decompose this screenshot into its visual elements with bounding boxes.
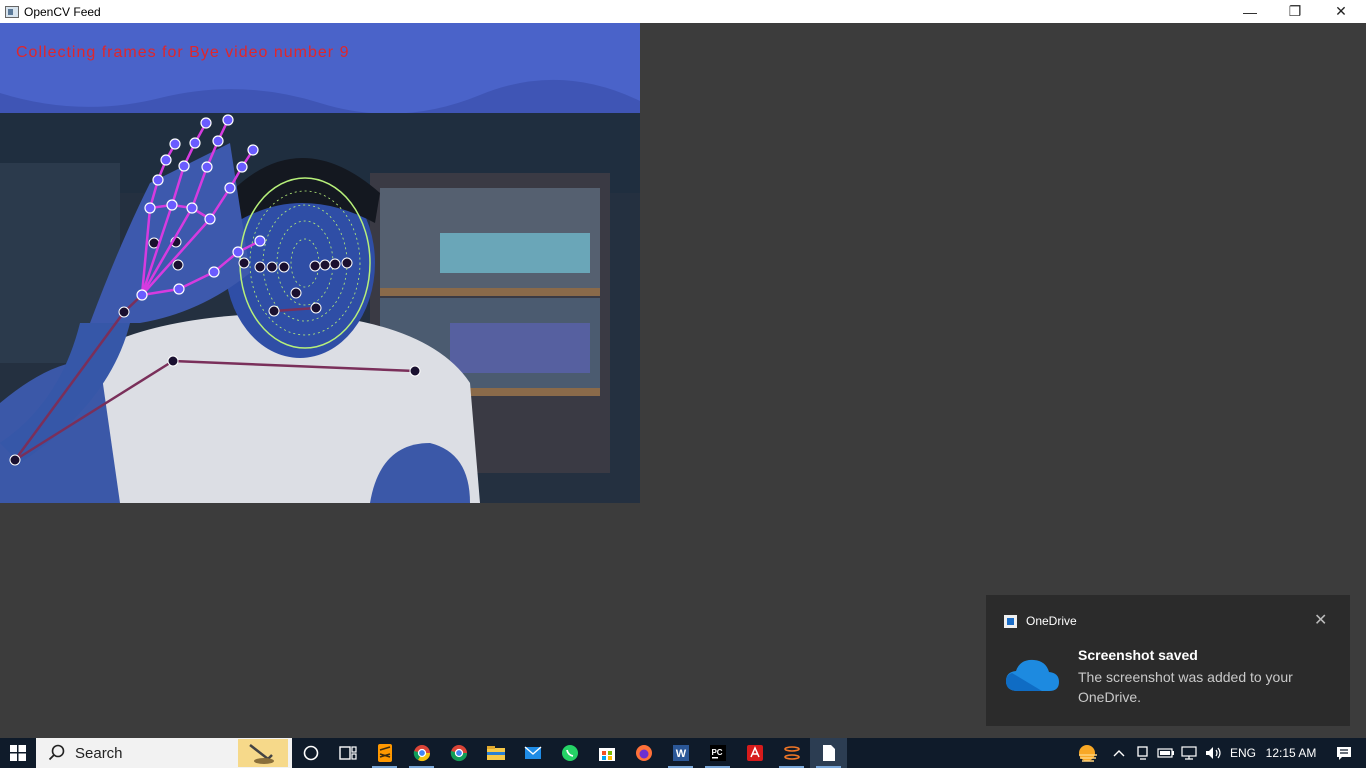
search-icon [48,744,65,761]
taskbar-app-mail[interactable] [514,738,551,768]
file-explorer-icon [486,746,505,760]
battery-button[interactable] [1154,747,1178,759]
notification-icon [1337,747,1351,760]
onedrive-small-icon [1004,615,1017,628]
taskbar-app-file-explorer[interactable] [477,738,514,768]
notification-title: Screenshot saved [1078,647,1198,663]
svg-text:W: W [675,748,686,760]
taskbar: Search W PC ENG 12:15 AM [0,738,1366,768]
weather-sun-icon [1079,745,1097,762]
taskbar-app-whatsapp[interactable] [551,738,588,768]
input-language-button[interactable]: ENG [1226,746,1260,760]
action-center-button[interactable] [1322,745,1366,761]
network-button[interactable] [1178,746,1202,760]
taskbar-app-chrome[interactable] [403,738,440,768]
clock-button[interactable]: 12:15 AM [1260,746,1322,760]
meet-now-button[interactable] [1132,745,1154,761]
meet-icon [1137,746,1148,760]
notification-body: The screenshot was added to your OneDriv… [1078,669,1293,705]
weather-button[interactable] [1070,743,1106,763]
pycharm-icon: PC [709,745,726,761]
taskbar-app-chrome-profile[interactable] [440,738,477,768]
windows-logo-icon [10,745,26,761]
taskbar-app-sublime[interactable] [366,738,403,768]
taskbar-app-word[interactable]: W [662,738,699,768]
task-view-icon [338,746,357,760]
search-placeholder: Search [75,744,123,762]
window-titlebar: OpenCV Feed — ❐ ✕ [0,0,1366,23]
cortana-button[interactable] [292,738,329,768]
start-button[interactable] [0,738,36,768]
show-hidden-icons-button[interactable] [1106,749,1132,757]
cortana-icon [303,745,318,761]
minimize-button[interactable]: — [1227,0,1273,23]
firefox-icon [635,745,652,761]
volume-icon [1206,747,1221,759]
camera-feed: Collecting frames for Bye video number 9 [0,23,640,503]
close-button[interactable]: ✕ [1318,0,1364,23]
taskbar-app-jupyter[interactable] [773,738,810,768]
battery-icon [1157,748,1174,758]
chrome-icon [413,745,430,762]
taskbar-app-pycharm[interactable]: PC [699,738,736,768]
task-view-button[interactable] [329,738,366,768]
opencv-app-icon [5,5,19,18]
taskbar-search-box[interactable]: Search [36,738,292,768]
system-tray: ENG 12:15 AM [1070,738,1366,768]
volume-button[interactable] [1202,746,1226,760]
maximize-button[interactable]: ❐ [1272,0,1318,23]
store-icon [598,748,615,761]
taskbar-app-store[interactable] [588,738,625,768]
notification-app-name: OneDrive [1026,614,1077,628]
acrobat-icon [746,745,763,761]
chevron-up-icon [1113,750,1125,757]
notification-close-button[interactable]: ✕ [1314,610,1327,630]
taskbar-app-acrobat[interactable] [736,738,773,768]
taskbar-app-firefox[interactable] [625,738,662,768]
search-highlight-icon [238,739,288,767]
frame-collection-status: Collecting frames for Bye video number 9 [16,44,350,61]
notepad-icon [822,745,835,761]
jupyter-icon [783,746,800,760]
svg-text:PC: PC [711,748,722,757]
chrome-alt-icon [450,745,467,762]
mail-icon [524,746,541,759]
onedrive-cloud-icon [1006,659,1059,691]
sublime-icon [377,744,392,762]
taskbar-app-opencv-window[interactable] [810,738,847,768]
network-icon [1181,746,1197,760]
word-icon: W [672,745,689,761]
window-title: OpenCV Feed [24,4,101,19]
whatsapp-icon [561,745,578,761]
onedrive-notification[interactable]: OneDrive ✕ Screenshot saved The screensh… [986,595,1350,726]
camera-frame-image [0,23,640,503]
